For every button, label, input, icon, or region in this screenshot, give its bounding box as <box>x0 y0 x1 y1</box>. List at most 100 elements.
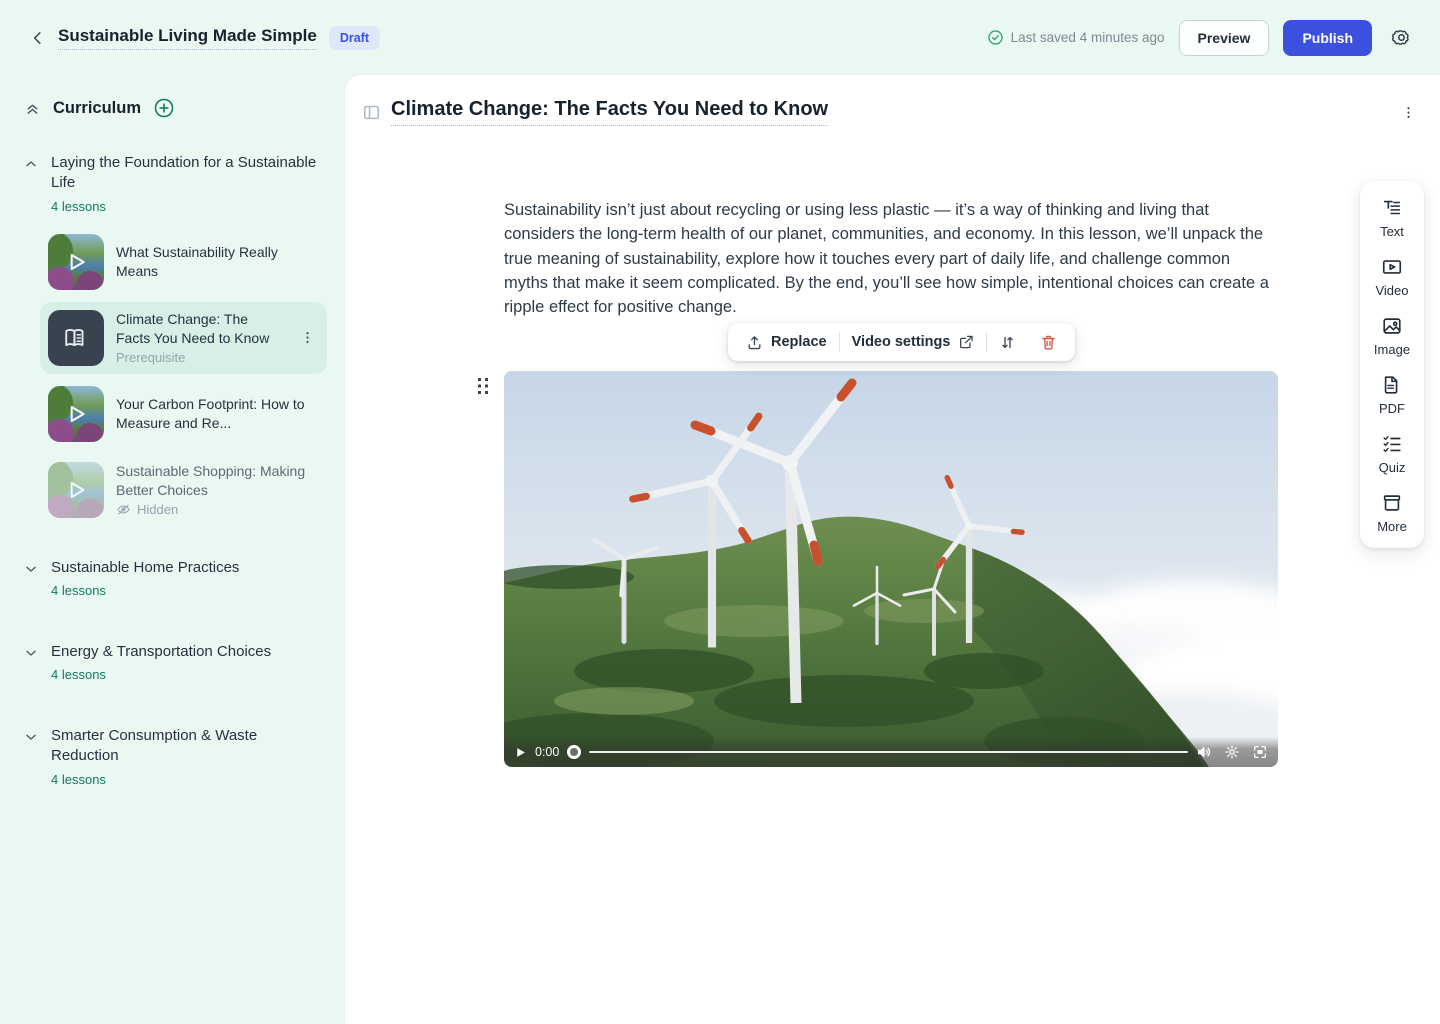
sort-arrows-icon <box>999 334 1016 351</box>
more-icon <box>1381 492 1403 514</box>
video-block-toolbar: Replace Video settings <box>728 323 1075 361</box>
lesson-item-climate-change[interactable]: Climate Change: The Facts You Need to Kn… <box>40 302 327 374</box>
section-lesson-count: 4 lessons <box>51 583 239 598</box>
section-toggle[interactable]: Smarter Consumption & Waste Reduction 4 … <box>24 726 327 787</box>
section-toggle[interactable]: Laying the Foundation for a Sustainable … <box>24 153 327 214</box>
video-settings-button[interactable]: Video settings <box>840 323 987 361</box>
insert-image-button[interactable]: Image <box>1360 315 1424 357</box>
lesson-reading-thumbnail <box>48 310 104 366</box>
palette-label: More <box>1377 519 1407 534</box>
palette-label: Text <box>1380 224 1404 239</box>
palette-label: Image <box>1374 342 1410 357</box>
lesson-video-player[interactable]: 0:00 <box>504 371 1278 767</box>
lesson-menu-kebab-icon[interactable] <box>296 326 319 349</box>
chevron-down-icon[interactable] <box>24 730 38 787</box>
progress-track[interactable] <box>589 751 1188 754</box>
fullscreen-icon[interactable] <box>1252 744 1268 760</box>
sidebar-toggle-icon[interactable] <box>362 103 381 122</box>
curriculum-title: Curriculum <box>53 99 141 118</box>
publish-button[interactable]: Publish <box>1283 20 1372 56</box>
section-lesson-count: 4 lessons <box>51 199 327 214</box>
section-title: Energy & Transportation Choices <box>51 642 271 662</box>
check-circle-icon <box>987 29 1004 46</box>
section-lesson-count: 4 lessons <box>51 667 271 682</box>
video-controls-bar: 0:00 <box>504 737 1278 767</box>
curriculum-section: Laying the Foundation for a Sustainable … <box>24 153 327 526</box>
lesson-intro-paragraph[interactable]: Sustainability isn’t just about recyclin… <box>504 198 1270 319</box>
lesson-title: Climate Change: The Facts You Need to Kn… <box>116 310 284 346</box>
move-block-button[interactable] <box>987 323 1028 361</box>
insert-video-button[interactable]: Video <box>1360 256 1424 298</box>
last-saved-status: Last saved 4 minutes ago <box>987 29 1165 46</box>
section-toggle[interactable]: Sustainable Home Practices 4 lessons <box>24 558 327 598</box>
block-drag-handle-icon[interactable] <box>476 376 490 396</box>
scrubber-handle[interactable] <box>567 745 581 759</box>
insert-more-button[interactable]: More <box>1360 492 1424 534</box>
settings-gear-icon[interactable] <box>1386 23 1416 53</box>
lesson-title: Your Carbon Footprint: How to Measure an… <box>116 395 319 431</box>
section-toggle[interactable]: Energy & Transportation Choices 4 lesson… <box>24 642 327 682</box>
header-actions: Last saved 4 minutes ago Preview Publish <box>987 20 1416 56</box>
palette-label: Video <box>1375 283 1408 298</box>
lesson-list: What Sustainability Really Means Climate… <box>24 226 327 526</box>
collapse-all-icon[interactable] <box>24 100 41 117</box>
status-badge: Draft <box>329 26 380 50</box>
quiz-icon <box>1381 433 1403 455</box>
lesson-item-carbon-footprint[interactable]: Your Carbon Footprint: How to Measure an… <box>40 378 327 450</box>
preview-button[interactable]: Preview <box>1179 20 1270 56</box>
curriculum-section: Sustainable Home Practices 4 lessons <box>24 558 327 598</box>
back-button[interactable] <box>24 24 52 52</box>
video-icon <box>1381 256 1403 278</box>
lesson-video-thumbnail <box>48 234 104 290</box>
trash-icon <box>1040 334 1057 351</box>
insert-quiz-button[interactable]: Quiz <box>1360 433 1424 475</box>
last-saved-label: Last saved 4 minutes ago <box>1011 30 1165 45</box>
insert-text-button[interactable]: Text <box>1360 197 1424 239</box>
external-link-icon <box>958 334 974 350</box>
curriculum-sidebar: Curriculum Laying the Foundation for a S… <box>0 75 345 1024</box>
delete-block-button[interactable] <box>1028 323 1069 361</box>
play-button[interactable] <box>514 746 527 759</box>
lesson-subtitle: Prerequisite <box>116 350 284 365</box>
player-settings-icon[interactable] <box>1224 744 1240 760</box>
chevron-down-icon[interactable] <box>24 646 38 682</box>
pdf-icon <box>1381 374 1403 396</box>
lesson-item-sustainable-shopping[interactable]: Sustainable Shopping: Making Better Choi… <box>40 454 327 526</box>
text-icon <box>1381 197 1403 219</box>
course-title[interactable]: Sustainable Living Made Simple <box>58 26 317 50</box>
top-header: Sustainable Living Made Simple Draft Las… <box>0 0 1440 75</box>
volume-icon[interactable] <box>1196 744 1212 760</box>
video-timestamp: 0:00 <box>535 745 559 759</box>
lesson-editor-panel: Climate Change: The Facts You Need to Kn… <box>345 75 1440 1024</box>
insert-pdf-button[interactable]: PDF <box>1360 374 1424 416</box>
curriculum-header: Curriculum <box>24 97 327 119</box>
add-section-button[interactable] <box>153 97 175 119</box>
lesson-item-what-sustainability[interactable]: What Sustainability Really Means <box>40 226 327 298</box>
replace-label: Replace <box>771 334 827 350</box>
chevron-up-icon[interactable] <box>24 157 38 214</box>
play-icon <box>48 234 104 290</box>
lesson-title: Sustainable Shopping: Making Better Choi… <box>116 462 319 498</box>
curriculum-section: Energy & Transportation Choices 4 lesson… <box>24 642 327 682</box>
eye-off-icon <box>116 502 131 517</box>
replace-video-button[interactable]: Replace <box>734 323 839 361</box>
chevron-down-icon[interactable] <box>24 562 38 598</box>
section-lesson-count: 4 lessons <box>51 772 327 787</box>
play-icon <box>48 386 104 442</box>
section-title: Smarter Consumption & Waste Reduction <box>51 726 327 767</box>
lesson-subtitle: Hidden <box>137 502 178 517</box>
upload-icon <box>746 334 763 351</box>
curriculum-section: Smarter Consumption & Waste Reduction 4 … <box>24 726 327 787</box>
video-settings-label: Video settings <box>852 334 951 350</box>
palette-label: PDF <box>1379 401 1405 416</box>
lesson-video-thumbnail <box>48 462 104 518</box>
section-title: Laying the Foundation for a Sustainable … <box>51 153 327 194</box>
lesson-page-title[interactable]: Climate Change: The Facts You Need to Kn… <box>391 98 828 126</box>
book-open-icon <box>63 325 89 351</box>
section-title: Sustainable Home Practices <box>51 558 239 578</box>
wind-turbines-video-frame <box>504 371 1278 767</box>
lesson-options-kebab-icon[interactable] <box>1397 101 1420 124</box>
lesson-video-thumbnail <box>48 386 104 442</box>
play-icon <box>48 462 104 518</box>
lesson-title: What Sustainability Really Means <box>116 243 319 279</box>
